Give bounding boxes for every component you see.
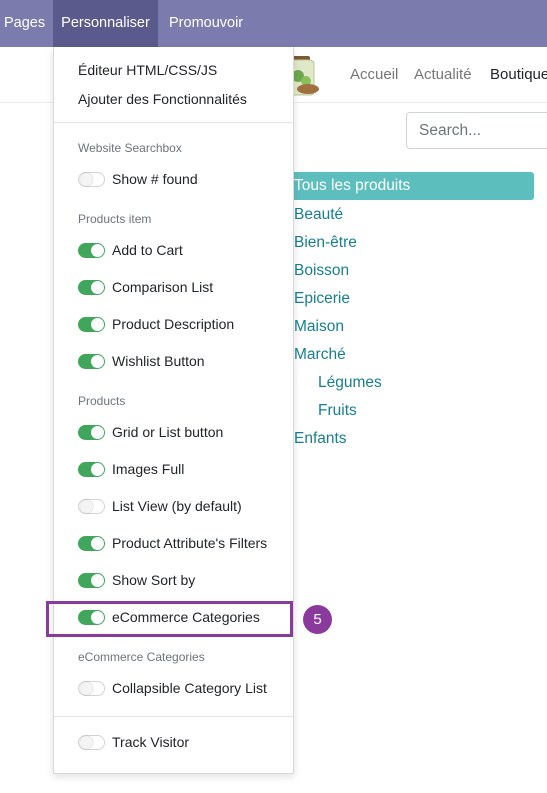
nav-link-actualite[interactable]: Actualité <box>414 66 472 83</box>
menu-divider <box>54 122 293 123</box>
nav-link-accueil[interactable]: Accueil <box>350 66 398 83</box>
category-item[interactable]: Maison <box>294 318 344 336</box>
subcategory-item[interactable]: Légumes <box>318 374 382 392</box>
category-item[interactable]: Bien-être <box>294 234 357 252</box>
menu-personnaliser[interactable]: Personnaliser <box>53 0 158 47</box>
option-comparison-list[interactable]: Comparison List <box>112 279 213 295</box>
menu-link-html-editor[interactable]: Éditeur HTML/CSS/JS <box>78 62 217 78</box>
menu-promouvoir[interactable]: Promouvoir <box>169 0 243 47</box>
option-grid-list-button[interactable]: Grid or List button <box>112 424 223 440</box>
category-item[interactable]: Epicerie <box>294 290 350 308</box>
option-product-description[interactable]: Product Description <box>112 316 234 332</box>
section-heading-ecommerce-categories: eCommerce Categories <box>78 650 205 664</box>
option-track-visitor[interactable]: Track Visitor <box>112 734 189 750</box>
menu-divider <box>54 716 293 717</box>
toggle-switch-on[interactable] <box>78 354 105 369</box>
category-all-products[interactable]: Tous les produits <box>294 177 410 195</box>
menu-pages[interactable]: Pages <box>4 0 45 47</box>
toggle-switch-off[interactable] <box>78 499 105 514</box>
category-item[interactable]: Boisson <box>294 262 349 280</box>
toggle-switch-on[interactable] <box>78 536 105 551</box>
section-heading-products-item: Products item <box>78 212 152 226</box>
category-item[interactable]: Beauté <box>294 206 343 224</box>
section-heading-products: Products <box>78 394 126 408</box>
highlight-frame <box>46 601 293 637</box>
toggle-switch-off[interactable] <box>78 735 105 750</box>
menu-link-add-features[interactable]: Ajouter des Fonctionnalités <box>78 91 247 107</box>
option-show-found[interactable]: Show # found <box>112 171 198 187</box>
option-attribute-filters[interactable]: Product Attribute's Filters <box>112 535 267 551</box>
toggle-switch-on[interactable] <box>78 280 105 295</box>
search-input[interactable]: Search... <box>406 112 547 149</box>
category-item[interactable]: Marché <box>294 346 346 364</box>
option-images-full[interactable]: Images Full <box>112 461 184 477</box>
toggle-switch-on[interactable] <box>78 243 105 258</box>
option-add-to-cart[interactable]: Add to Cart <box>112 242 183 258</box>
nav-link-boutique[interactable]: Boutique <box>490 66 547 83</box>
toggle-switch-on[interactable] <box>78 462 105 477</box>
option-show-sort-by[interactable]: Show Sort by <box>112 572 195 588</box>
option-wishlist-button[interactable]: Wishlist Button <box>112 353 205 369</box>
toggle-switch-on[interactable] <box>78 425 105 440</box>
category-item[interactable]: Enfants <box>294 430 347 448</box>
toggle-switch-on[interactable] <box>78 317 105 332</box>
option-collapsible-category-list[interactable]: Collapsible Category List <box>112 680 267 696</box>
toggle-switch-on[interactable] <box>78 573 105 588</box>
section-heading-searchbox: Website Searchbox <box>78 141 182 155</box>
option-list-view-default[interactable]: List View (by default) <box>112 498 242 514</box>
toggle-switch-off[interactable] <box>78 681 105 696</box>
step-number-badge: 5 <box>303 605 332 634</box>
customize-dropdown-menu: Éditeur HTML/CSS/JS Ajouter des Fonction… <box>53 47 294 774</box>
subcategory-item[interactable]: Fruits <box>318 402 357 420</box>
toggle-switch-off[interactable] <box>78 172 105 187</box>
